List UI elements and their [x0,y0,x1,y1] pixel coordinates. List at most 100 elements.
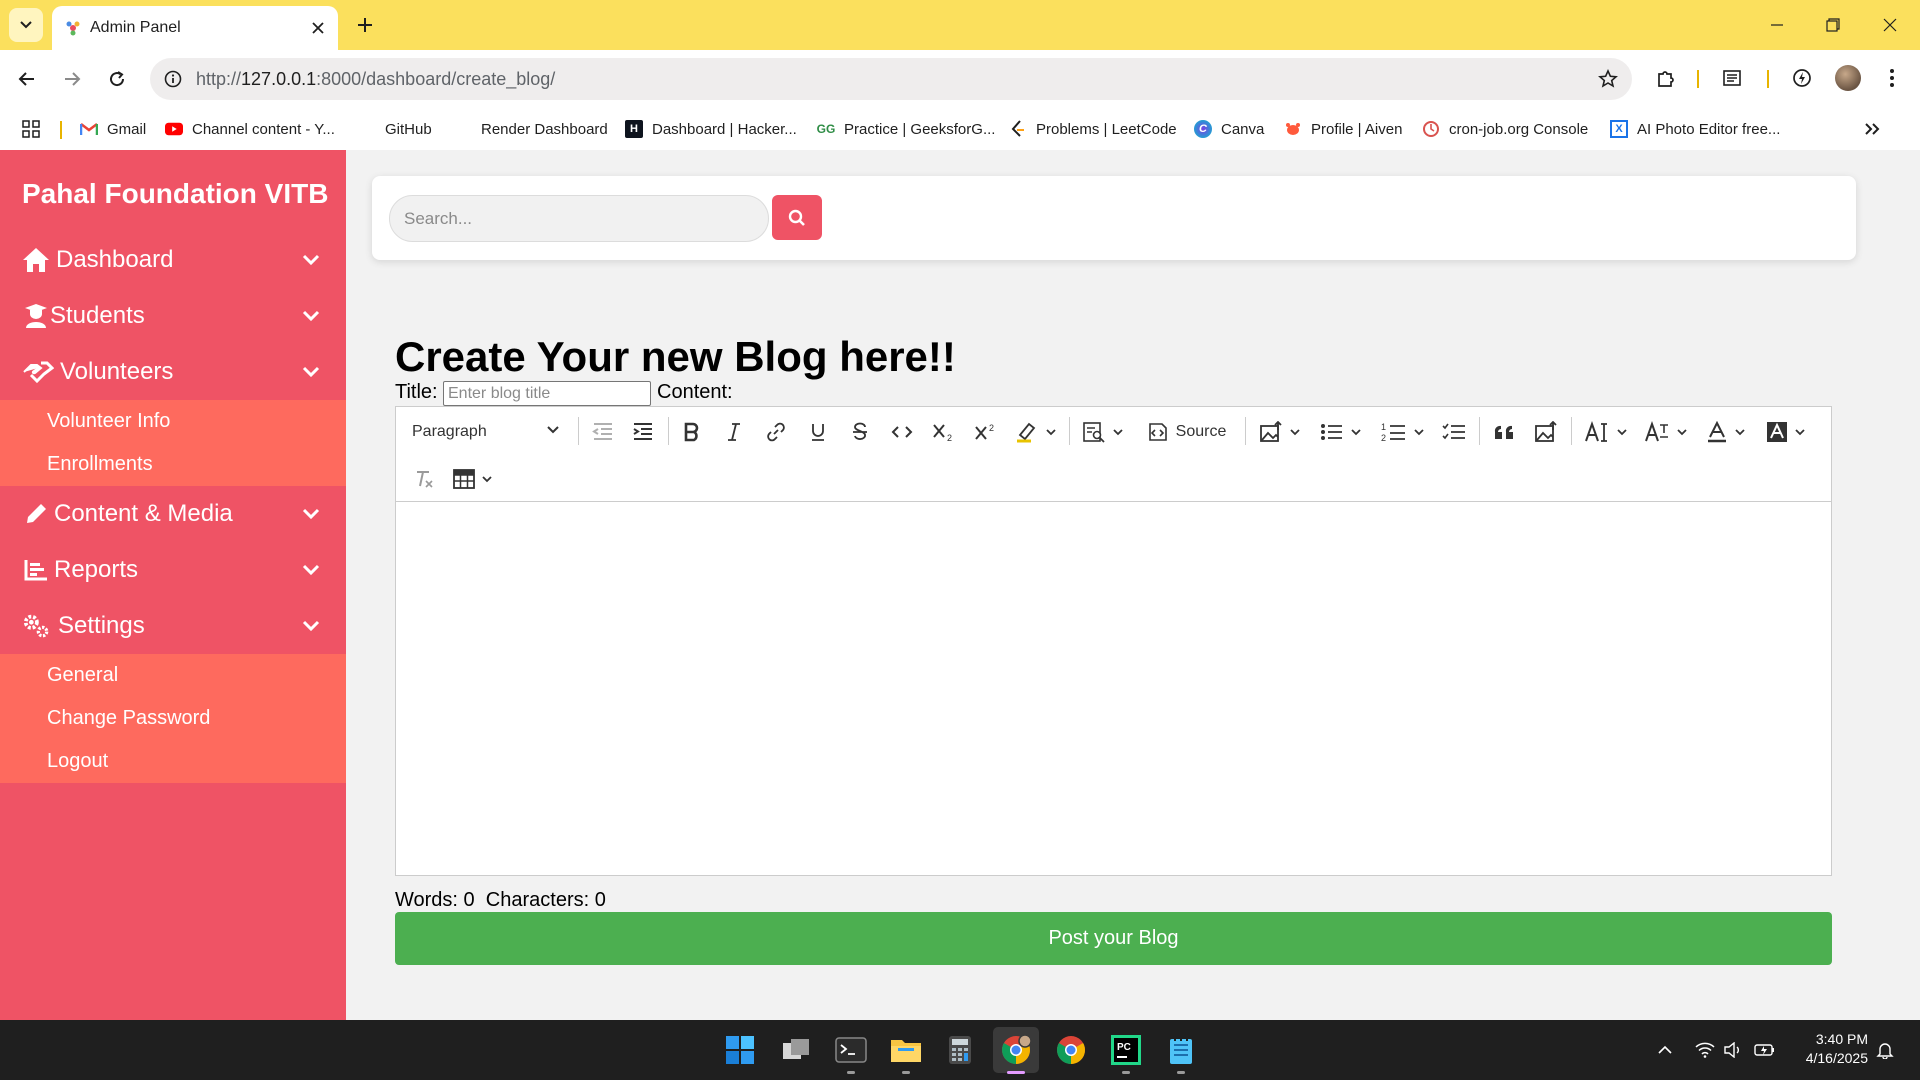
tab-search-button[interactable] [9,8,43,42]
submenu-volunteer-info[interactable]: Volunteer Info [0,400,346,443]
handshake-icon [22,358,54,386]
terminal-icon[interactable] [831,1030,871,1070]
submenu-enrollments[interactable]: Enrollments [0,443,346,486]
strikethrough-icon[interactable] [845,416,875,448]
font-family-dropdown[interactable] [1640,416,1692,448]
file-explorer-icon[interactable] [886,1030,926,1070]
block-quote-icon[interactable] [1488,416,1520,448]
browser-nav-bar: http://127.0.0.1:8000/dashboard/create_b… [0,50,1920,108]
background-color-dropdown[interactable] [1760,416,1812,448]
sidebar-item-students[interactable]: Students [0,288,346,344]
bookmark-hackerrank[interactable]: H Dashboard | Hacker... [625,117,797,141]
notifications-icon[interactable] [1874,1039,1896,1061]
sidebar: Pahal Foundation VITB Dashboard Students… [0,150,346,1020]
task-view-icon[interactable] [776,1030,816,1070]
back-arrow-icon[interactable] [11,63,43,95]
bookmark-star-icon[interactable] [1596,67,1620,91]
sidebar-item-dashboard[interactable]: Dashboard [0,232,346,288]
address-bar[interactable]: http://127.0.0.1:8000/dashboard/create_b… [150,58,1632,100]
block-format-dropdown[interactable]: Paragraph [404,414,568,450]
more-bookmarks-icon[interactable] [1864,117,1880,141]
font-color-dropdown[interactable] [1700,416,1752,448]
chrome-profile-icon[interactable] [993,1027,1039,1073]
profile-avatar[interactable] [1835,65,1861,91]
browser-tab[interactable]: Admin Panel [52,6,338,50]
code-icon[interactable] [887,416,917,448]
indent-icon[interactable] [628,416,658,448]
bookmark-canva[interactable]: C Canva [1194,117,1264,141]
outdent-icon[interactable] [588,416,618,448]
highlight-dropdown[interactable] [1011,416,1061,448]
new-tab-icon[interactable] [352,12,378,38]
bookmark-photo-editor[interactable]: X AI Photo Editor free... [1610,117,1780,141]
site-info-icon[interactable] [162,68,184,90]
apps-grid-icon[interactable] [22,117,40,141]
calculator-icon[interactable] [940,1030,980,1070]
windows-start-icon[interactable] [720,1030,760,1070]
font-size-dropdown[interactable] [1580,416,1632,448]
student-icon [22,302,50,330]
chevron-down-icon [300,559,322,581]
bookmark-leetcode[interactable]: Problems | LeetCode [1009,117,1177,141]
page-title: Create Your new Blog here!! [395,333,956,380]
editor-content-area[interactable] [396,503,1831,875]
bookmark-cronjob[interactable]: cron-job.org Console [1422,117,1588,141]
submenu-logout[interactable]: Logout [0,740,346,783]
insert-image-dropdown[interactable] [1254,416,1306,448]
sidebar-item-content-media[interactable]: Content & Media [0,486,346,542]
source-button[interactable]: Source [1136,416,1236,448]
forward-arrow-icon[interactable] [56,63,88,95]
subscript-icon[interactable]: 2 [929,416,959,448]
numbered-list-dropdown[interactable]: 12 [1376,416,1430,448]
notepad-icon[interactable] [1161,1030,1201,1070]
submenu-change-password[interactable]: Change Password [0,697,346,740]
chevron-down-icon [1113,429,1123,436]
media-embed-icon[interactable] [1530,416,1562,448]
close-window-icon[interactable] [1877,12,1903,38]
more-menu-icon[interactable] [1876,62,1908,94]
bookmark-gmail[interactable]: Gmail [80,117,146,141]
sidebar-item-reports[interactable]: Reports [0,542,346,598]
blog-title-input[interactable] [443,381,651,406]
pycharm-icon[interactable]: PC [1106,1030,1146,1070]
chrome-icon[interactable] [1051,1030,1091,1070]
bookmark-youtube[interactable]: Channel content - Y... [165,117,335,141]
bold-icon[interactable] [677,416,707,448]
insert-table-dropdown[interactable] [448,463,498,495]
bulleted-list-dropdown[interactable] [1314,416,1368,448]
bulleted-list-icon [1321,424,1342,440]
system-clock[interactable]: 3:40 PM 4/16/2025 [1806,1030,1868,1068]
italic-icon[interactable] [719,416,749,448]
performance-icon[interactable] [1786,62,1818,94]
search-button[interactable] [772,195,822,240]
remove-format-icon[interactable] [408,463,440,495]
todo-list-icon[interactable] [1438,416,1470,448]
bookmark-aiven[interactable]: Profile | Aiven [1284,117,1402,141]
volume-icon[interactable] [1722,1039,1744,1061]
word-count: Words: 0 [395,889,475,911]
reload-icon[interactable] [101,63,133,95]
chevron-down-icon [300,503,322,525]
link-icon[interactable] [761,416,791,448]
settings-submenu: General Change Password Logout [0,654,346,783]
show-hidden-icons-chevron-up-icon[interactable] [1654,1039,1676,1061]
superscript-icon[interactable]: 2 [971,416,1001,448]
search-input[interactable] [389,195,769,242]
post-blog-button[interactable]: Post your Blog [395,912,1832,965]
wifi-icon[interactable] [1694,1039,1716,1061]
extensions-puzzle-icon[interactable] [1650,62,1682,94]
close-tab-icon[interactable] [308,18,328,38]
bookmark-render[interactable]: Render Dashboard [454,117,608,141]
minimize-icon[interactable] [1764,12,1790,38]
restore-icon[interactable] [1820,12,1846,38]
find-replace-dropdown[interactable] [1078,416,1128,448]
submenu-general[interactable]: General [0,654,346,697]
reading-list-icon[interactable] [1716,62,1748,94]
battery-icon[interactable] [1754,1039,1776,1061]
sidebar-item-settings[interactable]: Settings [0,598,346,654]
bookmark-geeksforgeeks[interactable]: GG Practice | GeeksforG... [817,117,996,141]
home-icon [22,246,50,274]
bookmark-github[interactable]: GitHub [358,117,432,141]
underline-icon[interactable] [803,416,833,448]
sidebar-item-volunteers[interactable]: Volunteers [0,344,346,400]
